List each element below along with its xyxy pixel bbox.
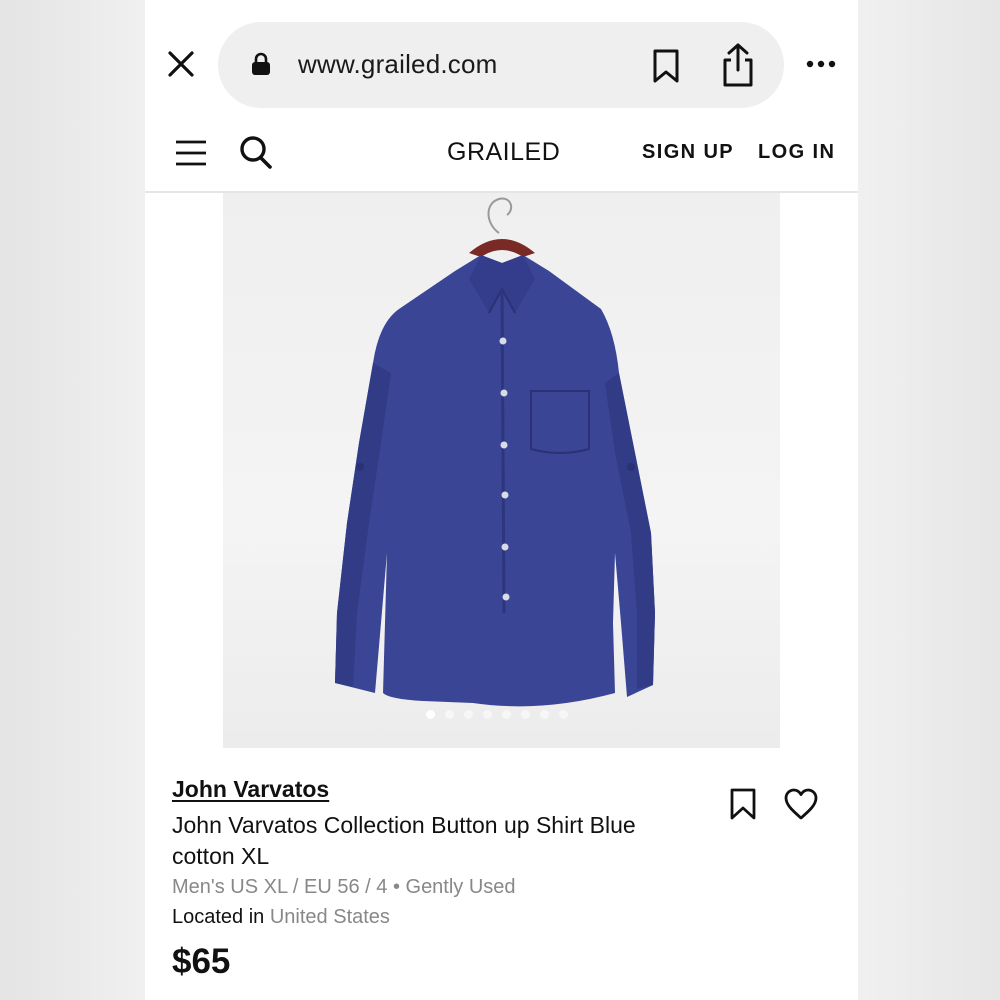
location-value: United States xyxy=(269,906,390,928)
product-title: John Varvatos Collection Button up Shirt… xyxy=(172,812,636,869)
bookmark-icon[interactable] xyxy=(651,48,681,84)
product-location: Located in United States xyxy=(172,906,390,929)
more-icon[interactable] xyxy=(805,52,837,76)
close-icon[interactable] xyxy=(165,48,197,80)
log-in-link[interactable]: LOG IN xyxy=(758,141,835,164)
address-bar[interactable]: www.grailed.com xyxy=(218,22,784,108)
site-logo[interactable]: GRAILED xyxy=(447,138,560,167)
url-text[interactable]: www.grailed.com xyxy=(298,49,498,80)
lock-icon xyxy=(252,52,270,75)
carousel-dots[interactable] xyxy=(426,710,568,719)
background-right xyxy=(858,0,1000,1000)
product-photo[interactable] xyxy=(223,193,780,748)
carousel-dot[interactable] xyxy=(502,710,511,719)
carousel-dot[interactable] xyxy=(559,710,568,719)
hamburger-menu-icon[interactable] xyxy=(175,139,207,167)
share-icon[interactable] xyxy=(720,42,756,88)
browser-toolbar: www.grailed.com xyxy=(145,0,858,118)
carousel-dot[interactable] xyxy=(540,710,549,719)
brand-link[interactable]: John Varvatos xyxy=(172,776,329,803)
carousel-dot[interactable] xyxy=(445,710,454,719)
background-left xyxy=(0,0,145,1000)
carousel-dot[interactable] xyxy=(521,710,530,719)
bookmark-icon[interactable] xyxy=(729,787,757,821)
product-price: $65 xyxy=(172,942,231,981)
heart-icon[interactable] xyxy=(783,787,819,821)
site-header: GRAILED SIGN UP LOG IN xyxy=(145,118,858,193)
sign-up-link[interactable]: SIGN UP xyxy=(642,141,734,164)
location-label: Located in xyxy=(172,906,265,928)
search-icon[interactable] xyxy=(239,135,273,171)
carousel-dot[interactable] xyxy=(464,710,473,719)
product-size-condition: Men's US XL / EU 56 / 4 • Gently Used xyxy=(172,876,516,898)
carousel-dot[interactable] xyxy=(426,710,435,719)
carousel-dot[interactable] xyxy=(483,710,492,719)
phone-screen: www.grailed.com GRAILED SIGN UP LOG IN J… xyxy=(145,0,858,1000)
shirt-illustration xyxy=(335,197,655,707)
